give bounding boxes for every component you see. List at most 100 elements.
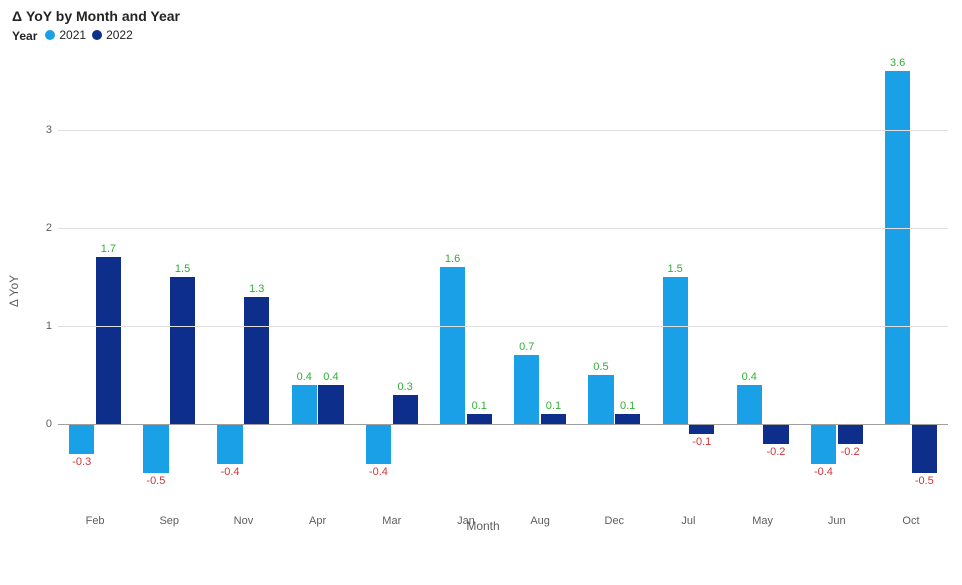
bar[interactable]: -0.5 (912, 51, 937, 493)
y-axis-label: Δ YoY (7, 275, 21, 307)
bar-fill (170, 277, 195, 424)
bar-group: 3.6-0.5Oct (874, 51, 948, 493)
legend-swatch (45, 30, 55, 40)
bar[interactable]: 1.6 (440, 51, 465, 493)
bar-group: 0.40.4Apr (281, 51, 355, 493)
data-label: 1.7 (101, 243, 116, 255)
bar[interactable]: -0.2 (763, 51, 788, 493)
data-label: 0.4 (297, 371, 312, 383)
bar-fill (885, 71, 910, 425)
bar[interactable]: -0.5 (143, 51, 168, 493)
legend-item-2022[interactable]: 2022 (92, 28, 133, 42)
bar[interactable]: -0.4 (217, 51, 242, 493)
bar-fill (838, 424, 863, 444)
data-label: 1.5 (175, 263, 190, 275)
y-tick-label: 3 (46, 124, 58, 136)
bar-fill (615, 414, 640, 424)
bar-group: 1.60.1Jan (429, 51, 503, 493)
bar-fill (440, 267, 465, 424)
chart-title: Δ YoY by Month and Year (12, 8, 950, 24)
category-label: Oct (874, 515, 948, 527)
y-tick-label: 1 (46, 320, 58, 332)
gridline (58, 130, 948, 131)
bar[interactable]: 0.1 (467, 51, 492, 493)
legend-axis-label: Year (12, 29, 37, 43)
bar[interactable]: 1.5 (170, 51, 195, 493)
gridline (58, 326, 948, 327)
bar-group: -0.40.3Mar (355, 51, 429, 493)
bar[interactable]: -0.2 (838, 51, 863, 493)
bar-fill (244, 297, 269, 425)
category-label: Apr (281, 515, 355, 527)
legend-text: 2022 (106, 28, 133, 42)
data-label: 0.1 (620, 400, 635, 412)
data-label: -0.4 (814, 466, 833, 478)
data-label: -0.1 (692, 436, 711, 448)
category-label: Sep (132, 515, 206, 527)
bar-group: -0.51.5Sep (132, 51, 206, 493)
bar-fill (467, 414, 492, 424)
data-label: -0.2 (841, 446, 860, 458)
bar[interactable]: -0.4 (366, 51, 391, 493)
bar-fill (541, 414, 566, 424)
bar[interactable]: 0.1 (615, 51, 640, 493)
bar-group: 0.50.1Dec (577, 51, 651, 493)
category-label: Mar (355, 515, 429, 527)
bar-fill (663, 277, 688, 424)
chart-container: Δ YoY by Month and Year Year 2021 2022 Δ … (0, 0, 962, 585)
bar-group: -0.31.7Feb (58, 51, 132, 493)
bar[interactable]: 0.3 (393, 51, 418, 493)
bar-group: -0.4-0.2Jun (800, 51, 874, 493)
bar-fill (69, 424, 94, 453)
data-label: 3.6 (890, 57, 905, 69)
data-label: 0.1 (546, 400, 561, 412)
data-label: 0.7 (519, 341, 534, 353)
bar[interactable]: 0.4 (318, 51, 343, 493)
bar[interactable]: 1.7 (96, 51, 121, 493)
data-label: -0.2 (766, 446, 785, 458)
legend-item-2021[interactable]: 2021 (45, 28, 86, 42)
category-label: Aug (503, 515, 577, 527)
data-label: -0.5 (915, 475, 934, 487)
bar[interactable]: 0.4 (292, 51, 317, 493)
data-label: 0.5 (593, 361, 608, 373)
bar-fill (588, 375, 613, 424)
data-label: 1.5 (667, 263, 682, 275)
data-label: -0.5 (146, 475, 165, 487)
plot-area: Δ YoY -0.31.7Feb-0.51.5Sep-0.41.3Nov0.40… (18, 51, 948, 531)
data-label: 0.4 (742, 371, 757, 383)
bar-group: 0.70.1Aug (503, 51, 577, 493)
bar-fill (737, 385, 762, 424)
bar[interactable]: 1.3 (244, 51, 269, 493)
bar[interactable]: 0.1 (541, 51, 566, 493)
category-label: Dec (577, 515, 651, 527)
bar-group: -0.41.3Nov (206, 51, 280, 493)
bar-fill (689, 424, 714, 434)
data-label: 1.6 (445, 253, 460, 265)
category-label: Nov (206, 515, 280, 527)
bar-fill (393, 395, 418, 424)
legend-swatch (92, 30, 102, 40)
data-label: 0.4 (323, 371, 338, 383)
bar[interactable]: 0.7 (514, 51, 539, 493)
data-label: 0.3 (397, 381, 412, 393)
bar[interactable]: 0.4 (737, 51, 762, 493)
bar-fill (318, 385, 343, 424)
bar[interactable]: -0.1 (689, 51, 714, 493)
category-label: Jul (651, 515, 725, 527)
bar-group: 1.5-0.1Jul (651, 51, 725, 493)
bar[interactable]: -0.3 (69, 51, 94, 493)
category-label: Jun (800, 515, 874, 527)
bar-group: 0.4-0.2May (726, 51, 800, 493)
data-label: 0.1 (472, 400, 487, 412)
bar[interactable]: -0.4 (811, 51, 836, 493)
bar[interactable]: 1.5 (663, 51, 688, 493)
bar-fill (811, 424, 836, 463)
plot: -0.31.7Feb-0.51.5Sep-0.41.3Nov0.40.4Apr-… (58, 51, 948, 493)
gridline (58, 424, 948, 425)
bar[interactable]: 0.5 (588, 51, 613, 493)
data-label: -0.4 (221, 466, 240, 478)
y-tick-label: 2 (46, 222, 58, 234)
bar[interactable]: 3.6 (885, 51, 910, 493)
bar-fill (912, 424, 937, 473)
